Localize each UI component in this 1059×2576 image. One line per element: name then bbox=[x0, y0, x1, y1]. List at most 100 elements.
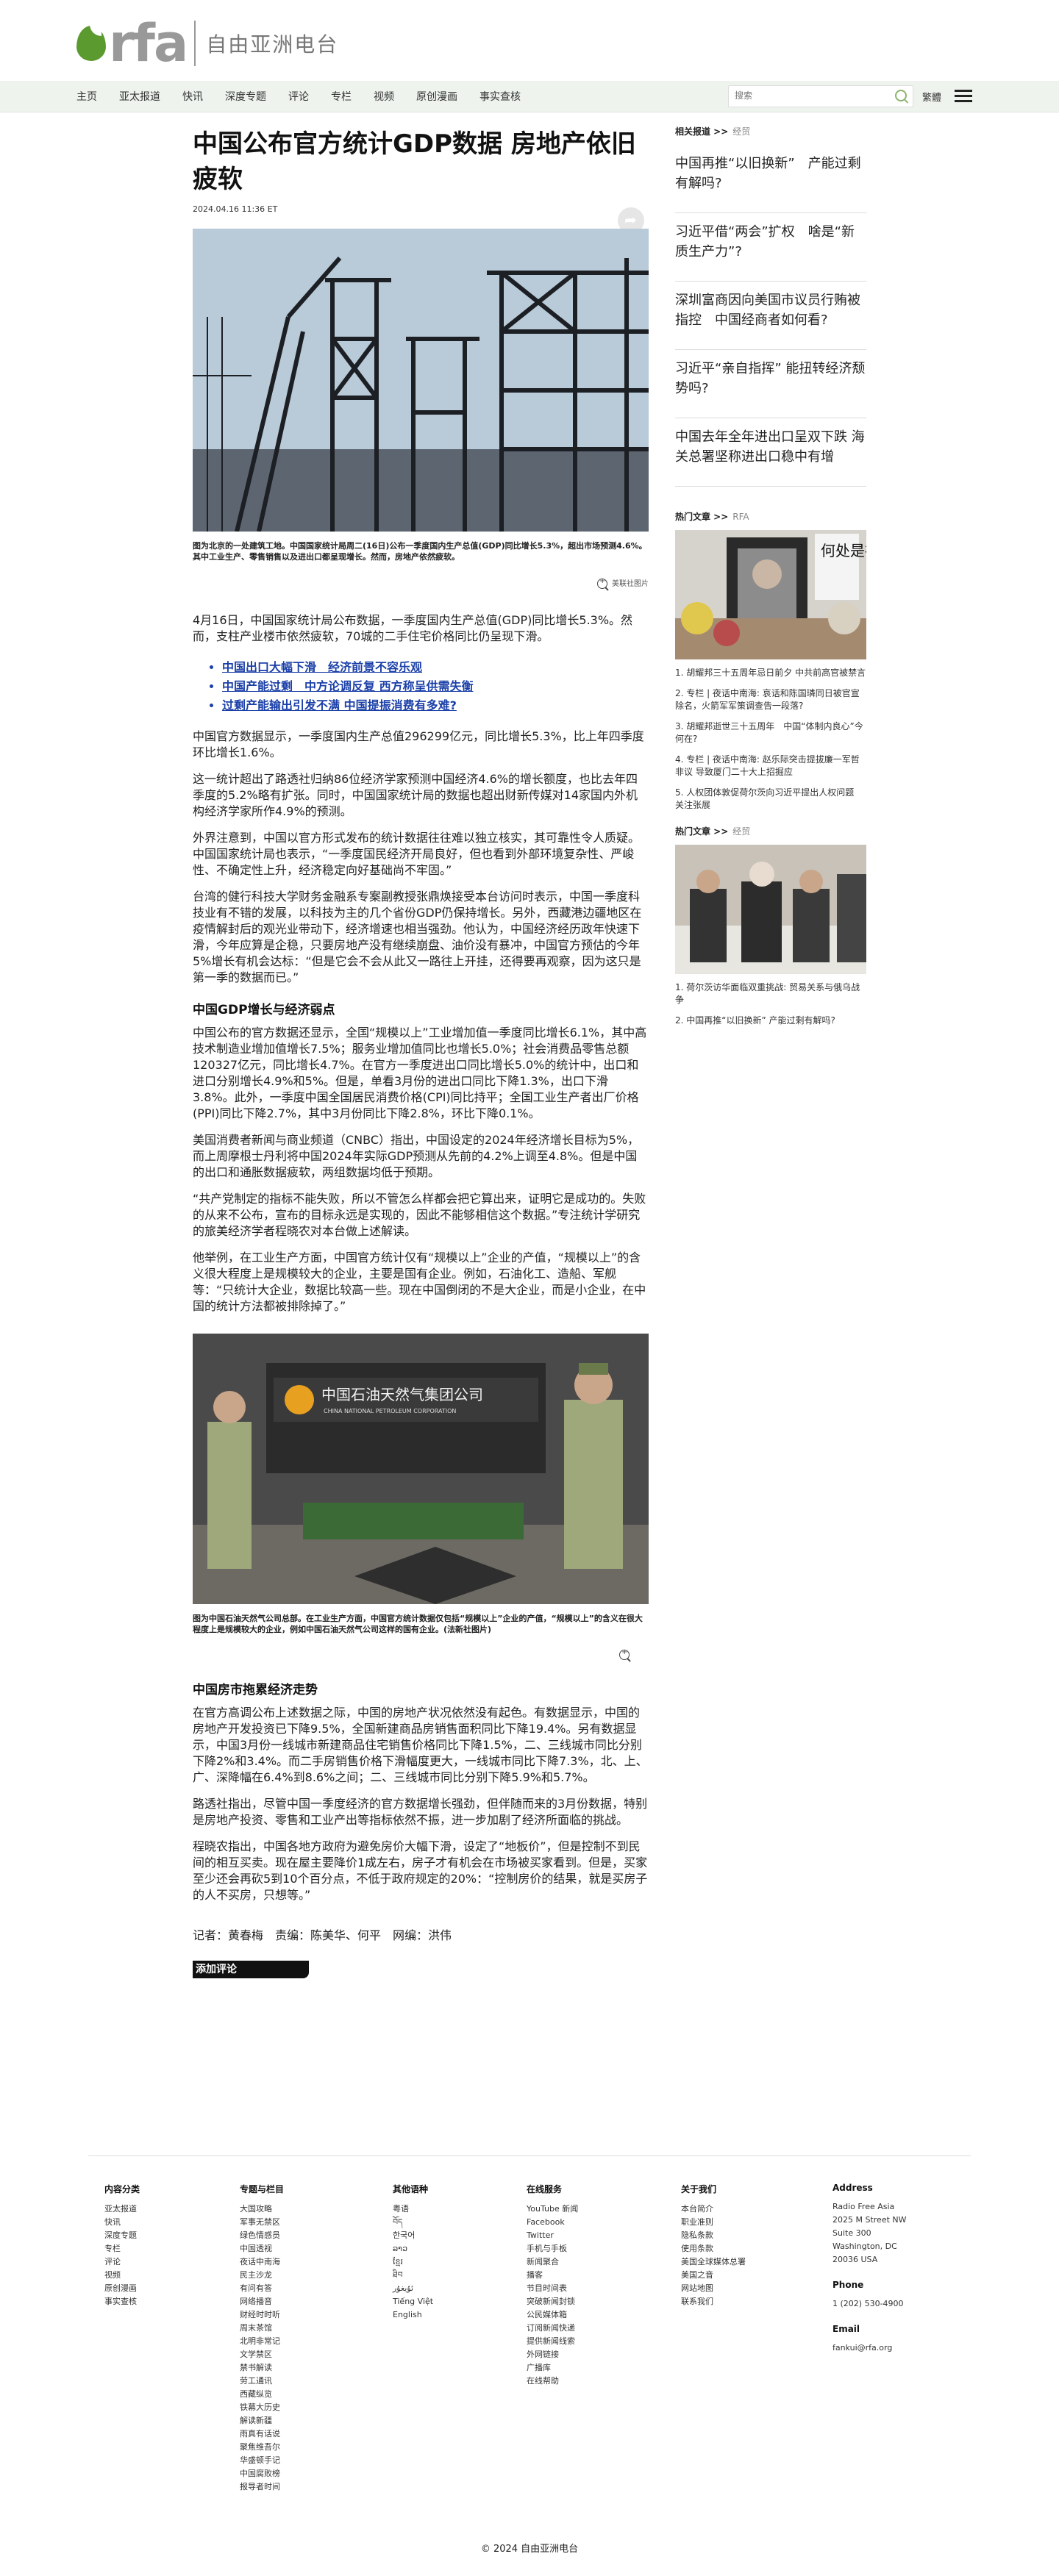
footer-link[interactable]: 美国之音 bbox=[681, 2269, 746, 2282]
photo2-zoom[interactable] bbox=[193, 1648, 634, 1660]
footer-link[interactable]: 提供新闻线索 bbox=[527, 2335, 578, 2348]
hot-item[interactable]: 4. 专栏 | 夜话中南海: 赵乐际突击提拔廉一军哲非议 导致厦门二十大上招掘应 bbox=[675, 754, 866, 779]
hot-item[interactable]: 2. 专栏 | 夜话中南海: 哀话和陈国璘同日被官宣除名，火箭军军策调查告一段落… bbox=[675, 687, 866, 712]
footer-link[interactable]: 联系我们 bbox=[681, 2295, 746, 2308]
footer-link[interactable]: 民主沙龙 bbox=[240, 2269, 284, 2282]
hot-article-image[interactable]: 何处是祖 bbox=[675, 530, 880, 659]
footer-link[interactable]: 美国全球媒体总署 bbox=[681, 2255, 746, 2269]
add-comment-button[interactable]: 添加评论 bbox=[193, 1961, 309, 1978]
footer-link[interactable]: 铁幕大历史 bbox=[240, 2401, 284, 2414]
footer-link[interactable]: 快讯 bbox=[104, 2216, 140, 2229]
footer-link[interactable]: YouTube 新闻 bbox=[527, 2203, 578, 2216]
related-item[interactable]: 习近平“亲自指挥” 能扭转经济颓势吗? bbox=[675, 350, 866, 418]
nav-item-factcheck[interactable]: 事实查核 bbox=[479, 89, 521, 104]
footer-link[interactable]: 突破新闻封锁 bbox=[527, 2295, 578, 2308]
footer-link[interactable]: 手机与手板 bbox=[527, 2242, 578, 2255]
footer-link[interactable]: 原创漫画 bbox=[104, 2282, 140, 2295]
footer-link[interactable]: ລາວ bbox=[393, 2242, 433, 2255]
nav-item-column[interactable]: 专栏 bbox=[331, 89, 352, 104]
phone[interactable]: 1 (202) 530-4900 bbox=[832, 2297, 907, 2311]
footer-link[interactable]: 网络播音 bbox=[240, 2295, 284, 2308]
footer-link[interactable]: 广播库 bbox=[527, 2361, 578, 2375]
footer-link[interactable]: 公民媒体箱 bbox=[527, 2308, 578, 2322]
footer-link[interactable]: 评论 bbox=[104, 2255, 140, 2269]
rfa-logo[interactable]: rfa 自由亚洲电台 bbox=[76, 18, 338, 69]
footer-link[interactable]: 文学禁区 bbox=[240, 2348, 284, 2361]
footer-link[interactable]: 粤语 bbox=[393, 2203, 433, 2216]
nav-item-comics[interactable]: 原创漫画 bbox=[416, 89, 457, 104]
footer-link[interactable]: 西藏纵览 bbox=[240, 2388, 284, 2401]
footer-link[interactable]: 在线帮助 bbox=[527, 2375, 578, 2388]
footer-link[interactable]: 隐私条款 bbox=[681, 2229, 746, 2242]
footer-link[interactable]: 财经时时听 bbox=[240, 2308, 284, 2322]
footer-link[interactable]: 深度专题 bbox=[104, 2229, 140, 2242]
footer-link[interactable]: 한국어 bbox=[393, 2229, 433, 2242]
footer-link[interactable]: 本台简介 bbox=[681, 2203, 746, 2216]
nav-item-indepth[interactable]: 深度专题 bbox=[225, 89, 266, 104]
footer-link[interactable]: 有问有答 bbox=[240, 2282, 284, 2295]
footer-link[interactable]: ཐིབ bbox=[393, 2269, 433, 2282]
footer-link[interactable]: Facebook bbox=[527, 2216, 578, 2229]
footer-link[interactable]: English bbox=[393, 2308, 433, 2322]
footer-link[interactable]: བོད bbox=[393, 2216, 433, 2229]
footer-link[interactable]: Twitter bbox=[527, 2229, 578, 2242]
hot-item[interactable]: 2. 中国再推“以旧换新” 产能过剩有解吗? bbox=[675, 1015, 866, 1027]
photo1-credit[interactable]: 美联社图片 bbox=[193, 577, 649, 589]
footer-link[interactable]: 职业准则 bbox=[681, 2216, 746, 2229]
related-heading[interactable]: 相关报道 >> 经贸 bbox=[675, 125, 866, 137]
footer-link[interactable]: 中国腐败榜 bbox=[240, 2467, 284, 2480]
nav-item-comment[interactable]: 评论 bbox=[288, 89, 309, 104]
nav-item-asia[interactable]: 亚太报道 bbox=[119, 89, 160, 104]
hot-item[interactable]: 5. 人权团体敦促荷尔茨向习近平提出人权问题 关注张展 bbox=[675, 787, 866, 812]
footer-link[interactable]: 中国透视 bbox=[240, 2242, 284, 2255]
footer-link[interactable]: 夜话中南海 bbox=[240, 2255, 284, 2269]
footer-link[interactable]: Tiếng Việt bbox=[393, 2295, 433, 2308]
footer-link[interactable]: 外网链接 bbox=[527, 2348, 578, 2361]
footer-link[interactable]: 事实查核 bbox=[104, 2295, 140, 2308]
hot-heading[interactable]: 热门文章 >> RFA bbox=[675, 510, 866, 523]
footer-link[interactable]: 绿色情感员 bbox=[240, 2229, 284, 2242]
inline-link[interactable]: 中国产能过剩 中方论调反复 西方称呈供需失衡 bbox=[222, 677, 649, 696]
email[interactable]: fankui@rfa.org bbox=[832, 2341, 907, 2355]
hot-item[interactable]: 1. 荷尔茨访华面临双重挑战: 贸易关系与俄乌战争 bbox=[675, 981, 866, 1006]
footer-link[interactable]: 解读新疆 bbox=[240, 2414, 284, 2427]
footer-link[interactable]: 周末茶馆 bbox=[240, 2322, 284, 2335]
footer-link[interactable]: ئۇيغۇر bbox=[393, 2282, 433, 2295]
footer-link[interactable]: 网站地图 bbox=[681, 2282, 746, 2295]
hot-item[interactable]: 3. 胡耀邦逝世三十五周年 中国“体制内良心”今何在? bbox=[675, 720, 866, 745]
footer-link[interactable]: 聚焦维吾尔 bbox=[240, 2441, 284, 2454]
search-input[interactable] bbox=[729, 86, 888, 105]
nav-item-news[interactable]: 快讯 bbox=[182, 89, 203, 104]
footer-link[interactable]: 视频 bbox=[104, 2269, 140, 2282]
search-icon[interactable] bbox=[895, 90, 907, 101]
lang-toggle[interactable]: 繁體 bbox=[922, 90, 941, 104]
hot2-article-image[interactable] bbox=[675, 845, 866, 974]
footer-link[interactable]: 雨真有话说 bbox=[240, 2427, 284, 2441]
inline-link[interactable]: 过剩产能输出引发不满 中国提振消费有多难? bbox=[222, 696, 649, 715]
footer-link[interactable]: ខ្មែរ bbox=[393, 2255, 433, 2269]
footer-link[interactable]: 华盛顿手记 bbox=[240, 2454, 284, 2467]
nav-item-video[interactable]: 视频 bbox=[374, 89, 394, 104]
cnpc-photo[interactable]: 中国石油天然气集团公司 CHINA NATIONAL PETROLEUM COR… bbox=[193, 1334, 649, 1604]
construction-photo[interactable] bbox=[193, 229, 649, 532]
hot-item[interactable]: 1. 胡耀邦三十五周年忌日前夕 中共前高官被禁言 bbox=[675, 667, 866, 679]
footer-link[interactable]: 军事无禁区 bbox=[240, 2216, 284, 2229]
footer-link[interactable]: 新闻聚合 bbox=[527, 2255, 578, 2269]
footer-link[interactable]: 订阅新闻快递 bbox=[527, 2322, 578, 2335]
footer-link[interactable]: 禁书解读 bbox=[240, 2361, 284, 2375]
footer-link[interactable]: 亚太报道 bbox=[104, 2203, 140, 2216]
nav-item-home[interactable]: 主页 bbox=[76, 89, 97, 104]
footer-link[interactable]: 专栏 bbox=[104, 2242, 140, 2255]
related-item[interactable]: 中国去年全年进出口呈双下跌 海关总署坚称进出口稳中有增 bbox=[675, 418, 866, 487]
footer-link[interactable]: 节目时间表 bbox=[527, 2282, 578, 2295]
hot2-heading[interactable]: 热门文章 >> 经贸 bbox=[675, 825, 866, 837]
related-item[interactable]: 习近平借“两会”扩权 啥是“新质生产力”? bbox=[675, 213, 866, 282]
footer-link[interactable]: 劳工通讯 bbox=[240, 2375, 284, 2388]
related-item[interactable]: 中国再推“以旧换新” 产能过剩有解吗? bbox=[675, 145, 866, 213]
footer-link[interactable]: 大国攻略 bbox=[240, 2203, 284, 2216]
footer-link[interactable]: 北明非常记 bbox=[240, 2335, 284, 2348]
hamburger-menu-icon[interactable] bbox=[955, 90, 972, 103]
footer-link[interactable]: 播客 bbox=[527, 2269, 578, 2282]
footer-link[interactable]: 报导者时间 bbox=[240, 2480, 284, 2494]
inline-link[interactable]: 中国出口大幅下滑 经济前景不容乐观 bbox=[222, 658, 649, 677]
